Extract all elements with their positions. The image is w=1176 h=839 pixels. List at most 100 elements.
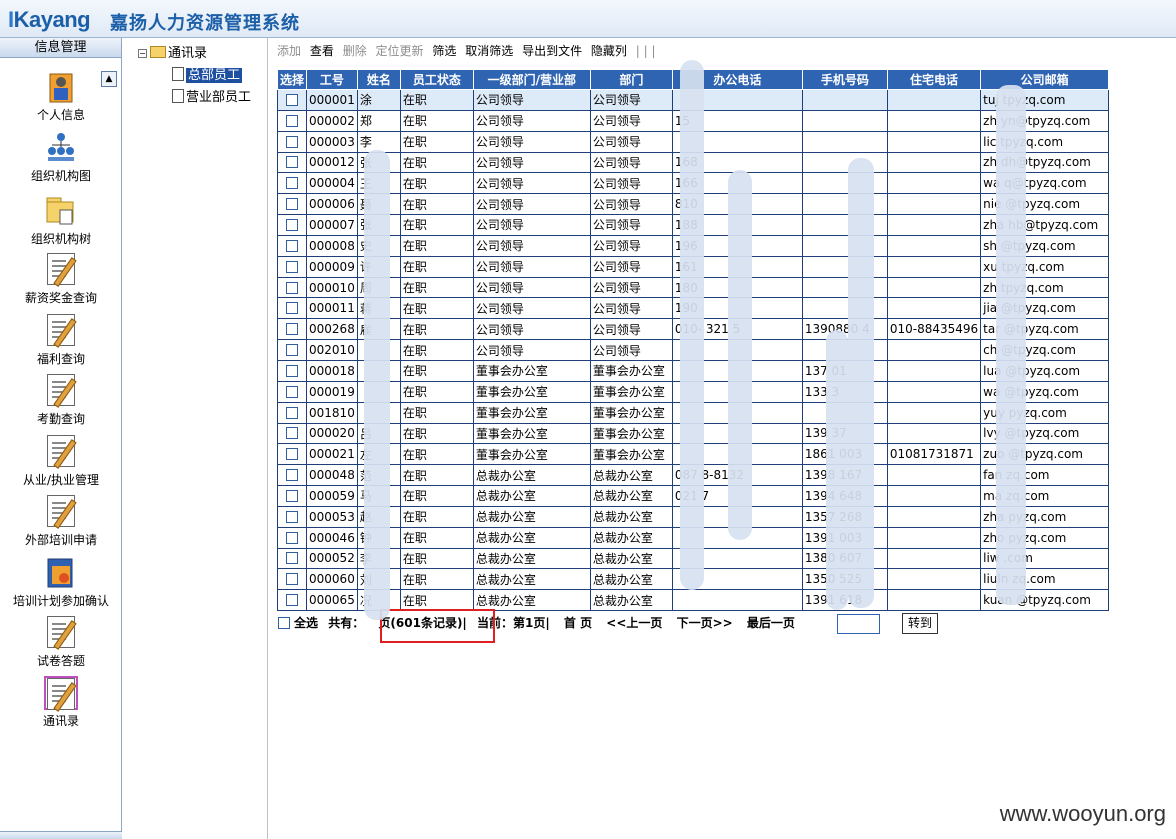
row-checkbox[interactable] [286,198,298,211]
row-checkbox[interactable] [286,489,298,502]
nav-item-external-training[interactable]: 外部培训申请 [0,495,122,548]
row-checkbox[interactable] [286,323,298,336]
row-select-cell [276,568,308,591]
cell-division: 董事会办公室 [472,401,591,424]
calendar-icon [44,556,78,590]
cell-home-phone [886,151,982,174]
cell-home-phone [886,276,982,299]
prev-page-link[interactable]: <<上一页 [606,616,662,630]
row-select-cell [276,339,308,361]
row-checkbox[interactable] [286,344,298,357]
nav-item-org-chart[interactable]: 组织机构图 [0,131,122,184]
clear-filter-button[interactable]: 取消筛选 [465,44,513,58]
cell-home-phone [886,130,982,153]
col-header-status[interactable]: 员工状态 [399,69,474,90]
nav-item-attendance[interactable]: 考勤查询 [0,374,122,427]
row-checkbox[interactable] [286,510,298,523]
cell-id: 000060 [306,568,358,591]
row-checkbox[interactable] [286,573,298,586]
row-checkbox[interactable] [286,302,298,315]
filter-button[interactable]: 筛选 [432,44,456,58]
delete-button[interactable]: 删除 [343,44,367,58]
cell-department: 总裁办公室 [589,547,673,570]
row-checkbox[interactable] [286,114,298,127]
view-button[interactable]: 查看 [310,44,334,58]
nav-item-practice-management[interactable]: 从业/执业管理 [0,435,122,488]
cell-status: 在职 [399,401,474,424]
col-header-division[interactable]: 一级部门/营业部 [472,69,591,90]
nav-item-personal-info[interactable]: 个人信息 [0,70,122,123]
row-checkbox[interactable] [286,239,298,252]
first-page-link[interactable]: 首 页 [564,616,592,630]
cell-id: 000010 [306,276,358,299]
row-select-cell [276,422,308,445]
row-checkbox[interactable] [286,406,298,419]
cell-department: 总裁办公室 [589,568,673,591]
row-checkbox[interactable] [286,156,298,169]
col-header-select[interactable]: 选择 [276,69,308,90]
row-checkbox[interactable] [286,218,298,231]
tree-item-branch-staff[interactable]: 营业部员工 [172,86,251,105]
col-header-mobile[interactable]: 手机号码 [801,69,888,90]
row-checkbox[interactable] [286,469,298,482]
cell-division: 总裁办公室 [472,526,591,549]
col-header-name[interactable]: 姓名 [356,69,401,90]
next-page-link[interactable]: 下一页>> [677,616,733,630]
cell-id: 000004 [306,172,358,195]
cell-mobile [801,234,888,257]
row-checkbox[interactable] [286,177,298,190]
tree-panel: − 通讯录 总部员工 营业部员工 [132,38,268,839]
tree-item-hq-staff[interactable]: 总部员工 [172,64,243,83]
collapse-icon[interactable]: − [138,49,147,58]
cell-id: 000053 [306,505,358,528]
cell-department: 公司领导 [589,339,673,361]
cell-home-phone [886,359,982,382]
row-checkbox[interactable] [286,531,298,544]
row-checkbox[interactable] [286,135,298,148]
row-checkbox[interactable] [286,594,298,607]
row-checkbox[interactable] [286,281,298,294]
export-button[interactable]: 导出到文件 [522,44,582,58]
hide-columns-button[interactable]: 隐藏列 [591,44,627,58]
nav-item-org-tree[interactable]: 组织机构树 [0,194,122,247]
cell-division: 董事会办公室 [472,422,591,445]
goto-page-input[interactable] [837,614,880,634]
col-header-home-phone[interactable]: 住宅电话 [886,69,982,90]
row-checkbox[interactable] [286,260,298,273]
goto-button[interactable]: 转到 [902,613,938,634]
col-header-id[interactable]: 工号 [306,69,358,90]
row-select-cell [276,318,308,341]
nav-item-exam[interactable]: 试卷答题 [0,616,122,669]
add-button[interactable]: 添加 [277,44,301,58]
cell-home-phone [886,109,982,132]
last-page-link[interactable]: 最后一页 [747,616,795,630]
cell-status: 在职 [399,505,474,528]
cell-department: 总裁办公室 [589,589,673,612]
row-checkbox[interactable] [286,364,298,377]
row-checkbox[interactable] [286,448,298,461]
row-checkbox[interactable] [286,385,298,398]
col-header-department[interactable]: 部门 [589,69,673,90]
cell-division: 公司领导 [472,214,591,236]
cell-name: 涂 [356,89,401,111]
cell-department: 董事会办公室 [589,443,673,466]
row-checkbox[interactable] [286,552,298,565]
table-row[interactable]: 000065况在职总裁办公室总裁办公室1391 618kuan @tpyzq.c… [276,589,1110,612]
cell-id: 000011 [306,297,358,320]
nav-item-training-confirm[interactable]: 培训计划参加确认 [0,556,122,609]
locate-update-button[interactable]: 定位更新 [376,44,424,58]
cell-home-phone [886,172,982,195]
cell-division: 董事会办公室 [472,359,591,382]
cell-department: 公司领导 [589,193,673,216]
cell-home-phone: 010-88435496 [886,318,982,341]
nav-item-salary[interactable]: 薪资奖金查询 [0,253,122,306]
row-checkbox[interactable] [286,427,298,440]
cell-id: 001810 [306,401,358,424]
select-all-checkbox[interactable] [278,617,290,629]
tree-root[interactable]: − 通讯录 [138,42,207,61]
nav-item-welfare[interactable]: 福利查询 [0,314,122,367]
row-select-cell [276,380,308,403]
nav-item-address-book[interactable]: 通讯录 [0,676,122,729]
cell-id: 000001 [306,89,358,111]
row-checkbox[interactable] [286,93,298,106]
